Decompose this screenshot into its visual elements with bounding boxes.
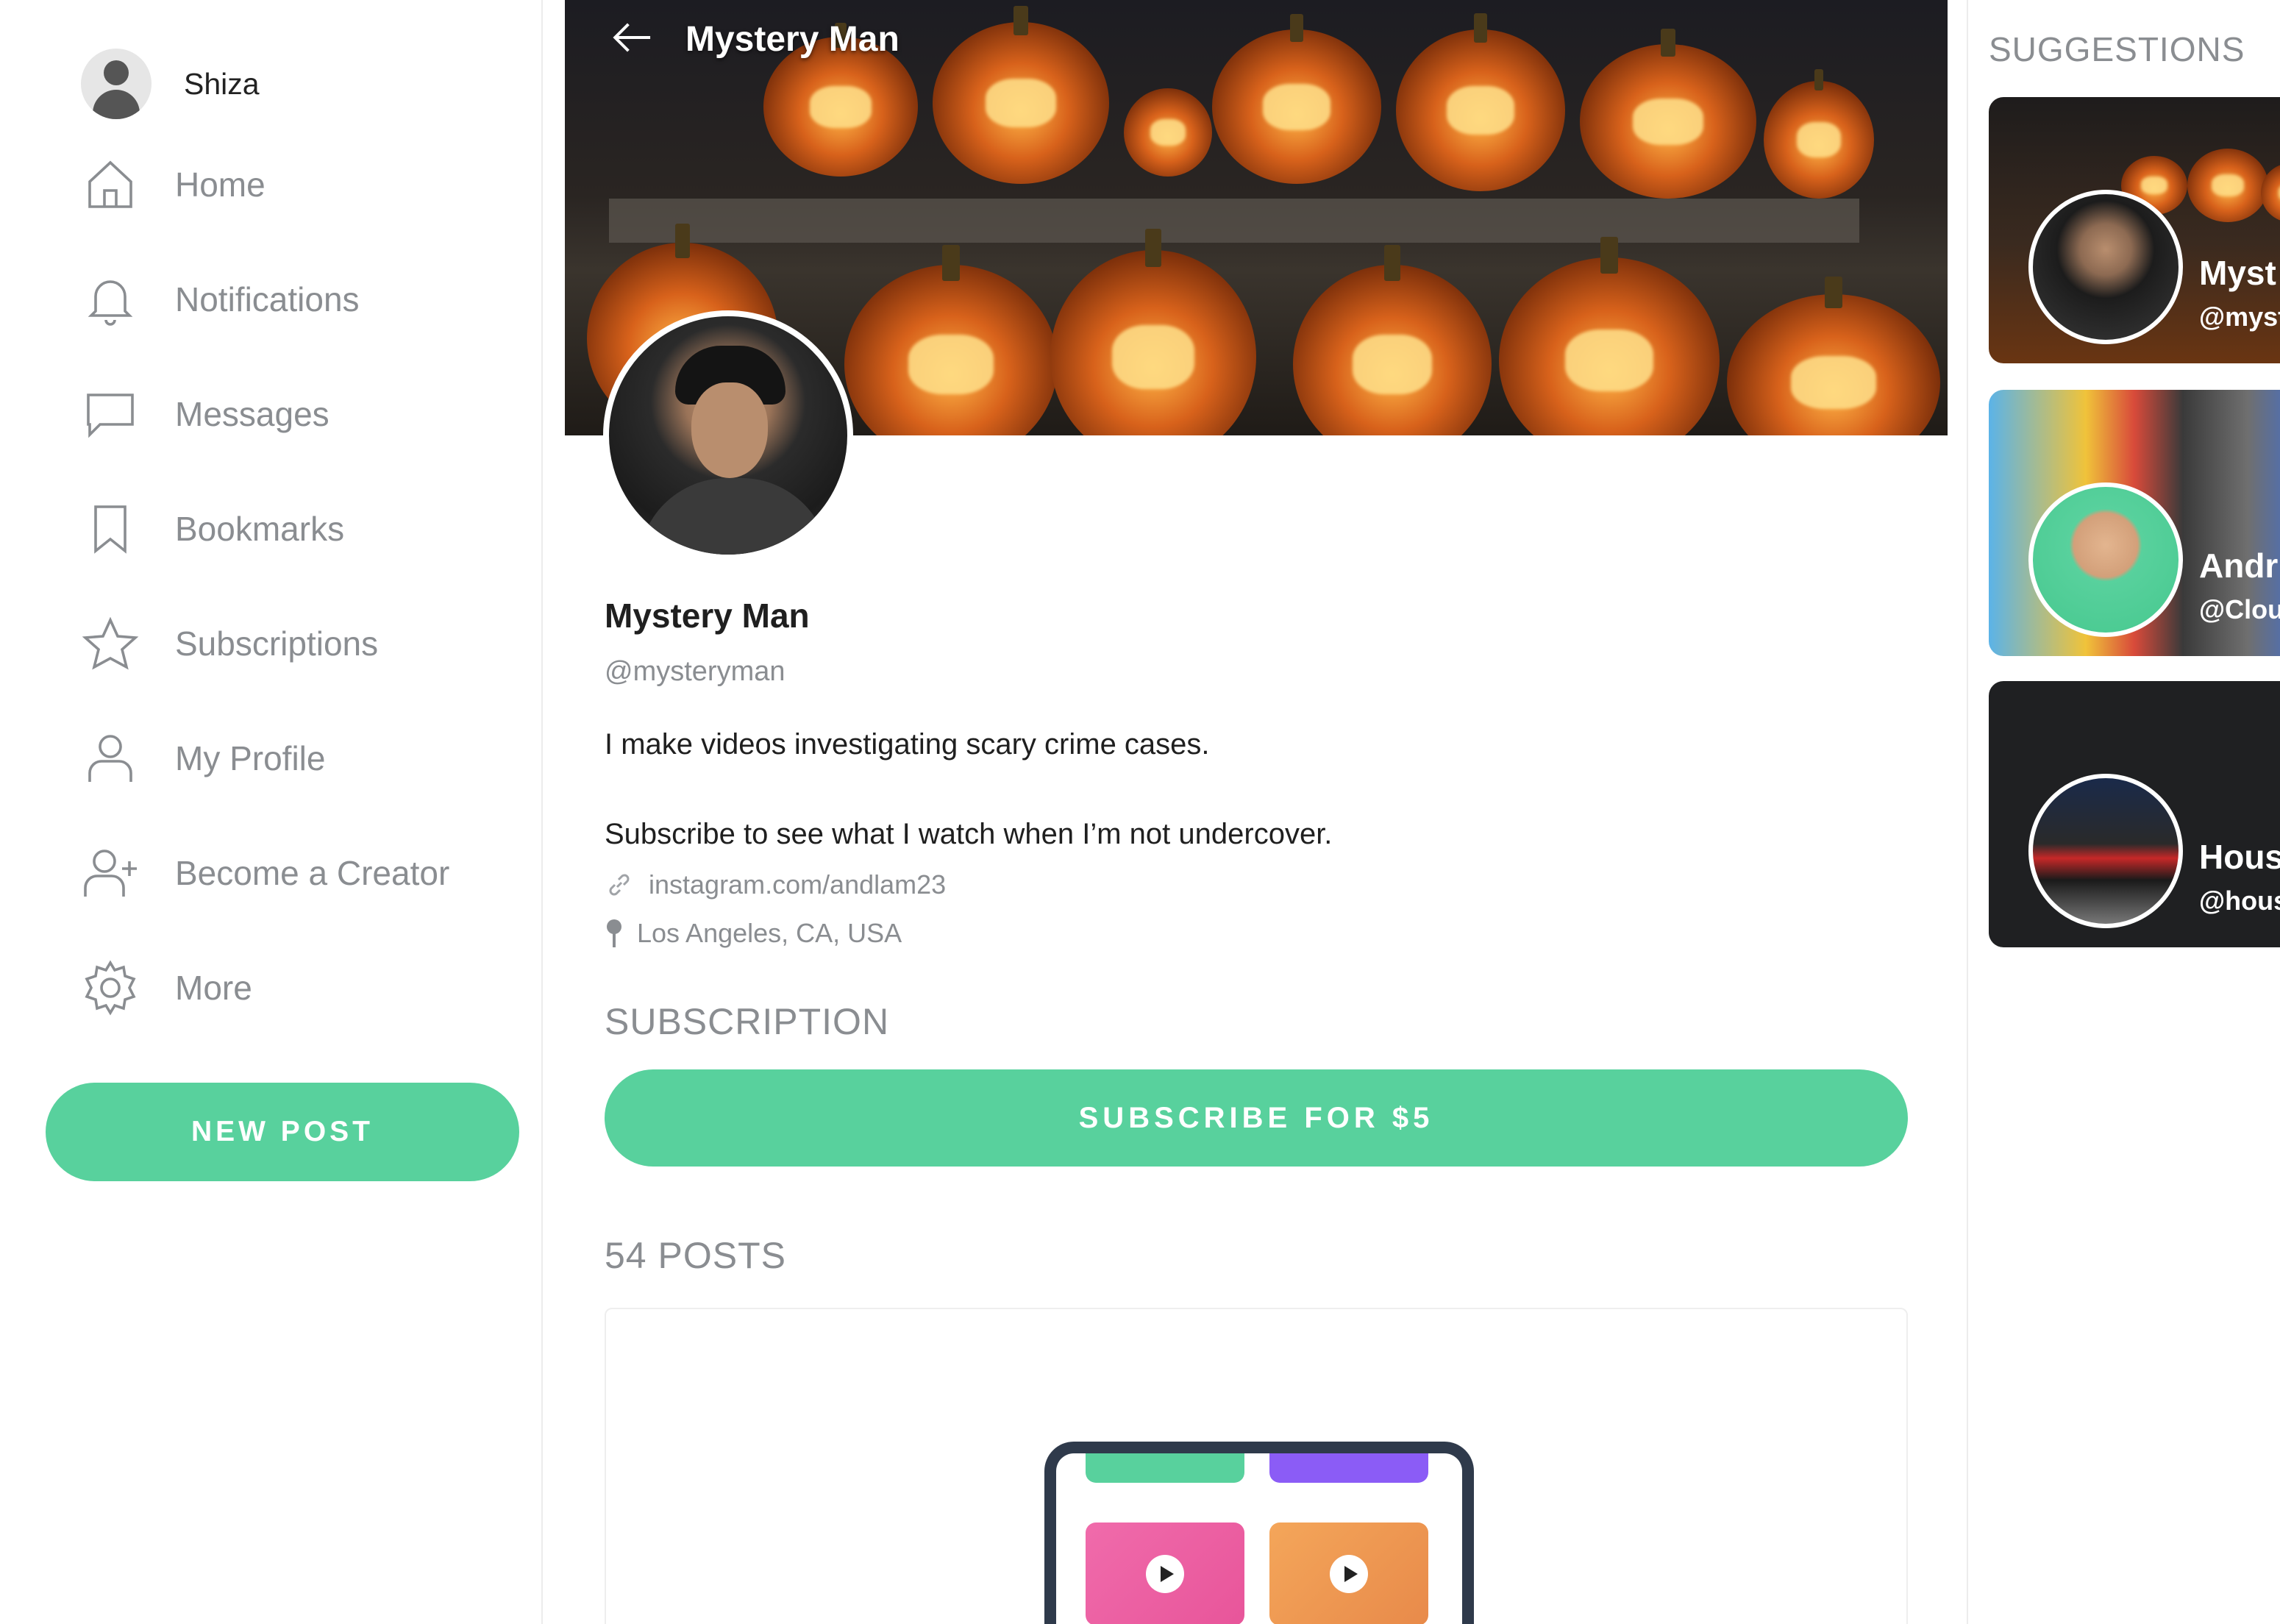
new-post-button[interactable]: NEW POST	[46, 1083, 519, 1181]
message-icon	[81, 382, 144, 446]
nav-label: My Profile	[175, 739, 326, 777]
nav-item-my-profile[interactable]: My Profile	[81, 733, 449, 784]
play-icon	[1146, 1555, 1184, 1593]
nav-label: Become a Creator	[175, 854, 450, 892]
bookmark-icon	[81, 497, 144, 560]
nav-item-messages[interactable]: Messages	[81, 388, 449, 440]
pumpkin	[1764, 69, 1874, 199]
suggestion-handle: @hous	[2199, 886, 2280, 916]
sidebar: Shiza Home Notifications Messages Bookma…	[0, 0, 543, 1624]
suggestion-avatar	[2028, 774, 2183, 928]
nav-item-bookmarks[interactable]: Bookmarks	[81, 503, 449, 555]
profile-handle: @mysteryman	[605, 656, 785, 687]
nav-label: Messages	[175, 395, 329, 433]
pumpkin	[1212, 14, 1381, 184]
nav-label: Bookmarks	[175, 510, 345, 548]
suggestion-avatar	[2028, 190, 2183, 344]
nav-label: Subscriptions	[175, 624, 379, 663]
link-icon	[609, 874, 630, 896]
video-tile	[1086, 1453, 1244, 1483]
play-icon	[1330, 1555, 1368, 1593]
nav-item-subscriptions[interactable]: Subscriptions	[81, 616, 449, 670]
subscription-section-title: SUBSCRIPTION	[605, 1001, 890, 1042]
profile-avatar[interactable]	[603, 310, 853, 560]
nav-item-notifications[interactable]: Notifications	[81, 274, 449, 326]
current-user[interactable]: Shiza	[81, 49, 260, 119]
nav-item-home[interactable]: Home	[81, 159, 449, 210]
suggestion-handle: @myst	[2199, 302, 2280, 332]
main-nav: Home Notifications Messages Bookmarks Su…	[81, 159, 449, 1077]
user-icon	[81, 727, 144, 790]
profile-bio-line: Subscribe to see what I watch when I’m n…	[605, 818, 1333, 850]
subscribe-button[interactable]: SUBSCRIBE FOR $5	[605, 1069, 1908, 1167]
suggestion-name: Myst	[2199, 254, 2276, 292]
video-tile	[1086, 1522, 1244, 1624]
video-tile	[1269, 1453, 1428, 1483]
profile-bio-line: I make videos investigating scary crime …	[605, 728, 1210, 761]
header-title: Mystery Man	[685, 20, 899, 59]
phone-illustration	[1044, 1442, 1474, 1624]
nav-label: Home	[175, 165, 266, 204]
suggestion-card[interactable]: Hous @hous	[1989, 681, 2280, 947]
cover-header: Mystery Man	[609, 13, 899, 65]
pumpkin	[933, 6, 1109, 184]
gear-icon	[81, 956, 144, 1019]
profile-location-text: Los Angeles, CA, USA	[637, 918, 902, 948]
profile-location: Los Angeles, CA, USA	[605, 918, 902, 949]
pumpkin	[2187, 149, 2268, 222]
suggestions-panel: SUGGESTIONS Myst @myst Andr @Clou Hous @…	[1968, 0, 2280, 1624]
profile-main: Mystery Man Mystery Man @mysteryman I ma…	[543, 0, 1968, 1624]
nav-label: Notifications	[175, 280, 360, 318]
user-name: Shiza	[184, 66, 260, 101]
posts-card	[605, 1308, 1908, 1624]
pumpkin	[1499, 237, 1720, 435]
back-arrow-icon[interactable]	[609, 13, 658, 65]
suggestions-title: SUGGESTIONS	[1989, 30, 2245, 68]
pumpkin	[1727, 277, 1940, 435]
user-plus-icon	[81, 841, 144, 905]
suggestion-name: Hous	[2199, 838, 2280, 876]
pumpkin	[1580, 29, 1756, 199]
suggestion-card[interactable]: Myst @myst	[1989, 97, 2280, 363]
suggestion-card[interactable]: Andr @Clou	[1989, 390, 2280, 656]
nav-label: More	[175, 969, 252, 1007]
cover-bench	[609, 199, 1859, 243]
bell-icon	[81, 268, 144, 331]
star-icon	[81, 612, 144, 675]
profile-name: Mystery Man	[605, 596, 810, 635]
nav-item-more[interactable]: More	[81, 960, 449, 1016]
pumpkin	[1293, 245, 1492, 435]
suggestion-handle: @Clou	[2199, 594, 2280, 624]
home-icon	[81, 153, 144, 216]
posts-count: 54 POSTS	[605, 1235, 786, 1276]
user-avatar	[81, 49, 152, 119]
pumpkin	[1050, 229, 1256, 435]
profile-link[interactable]: instagram.com/andlam23	[605, 869, 946, 900]
suggestion-name: Andr	[2199, 546, 2279, 585]
video-tile	[1269, 1522, 1428, 1624]
pumpkin	[1124, 88, 1212, 177]
app: Shiza Home Notifications Messages Bookma…	[0, 0, 2280, 1624]
nav-item-become-creator[interactable]: Become a Creator	[81, 847, 449, 899]
location-pin-icon	[607, 919, 621, 947]
pumpkin	[1396, 13, 1565, 191]
suggestion-avatar	[2028, 482, 2183, 637]
pumpkin	[844, 245, 1058, 435]
profile-link-text: instagram.com/andlam23	[649, 869, 947, 900]
